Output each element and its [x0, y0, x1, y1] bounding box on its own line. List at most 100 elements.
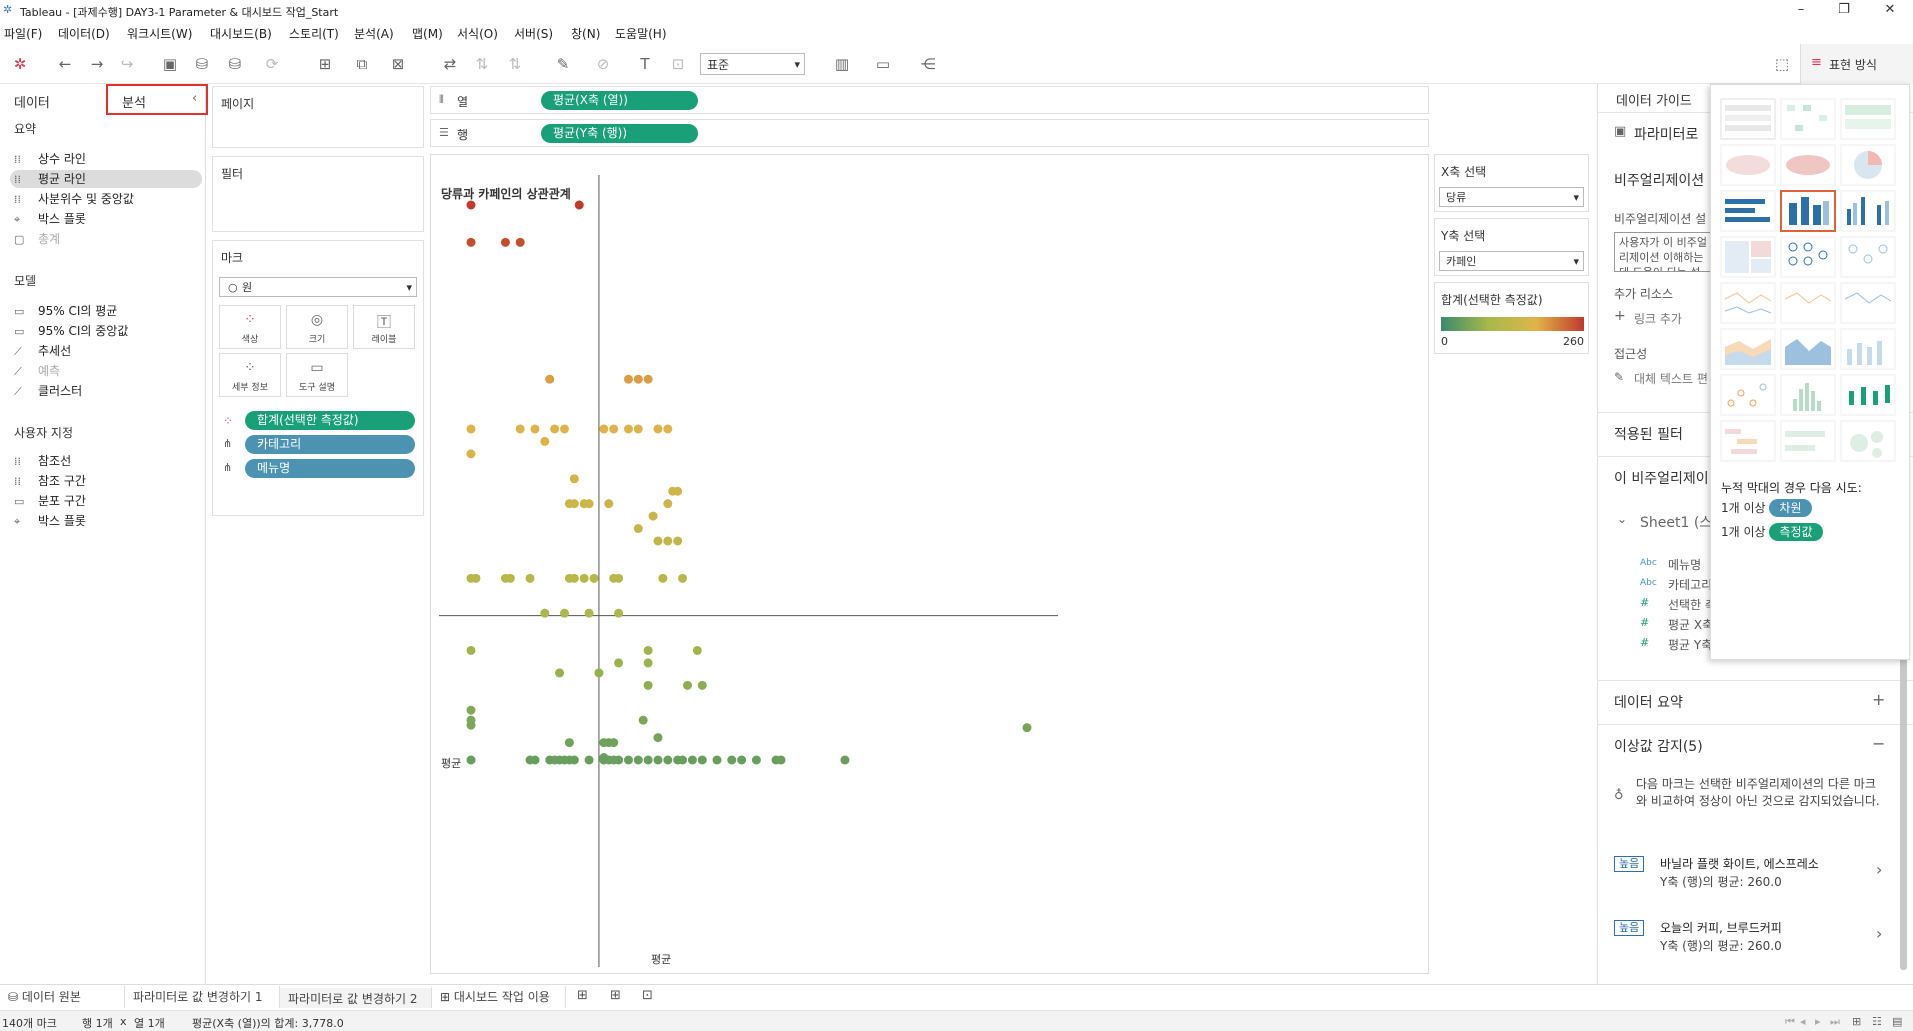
new-datasource-icon[interactable]: ⛁: [192, 54, 212, 74]
scatter-point[interactable]: [471, 573, 481, 583]
scatter-point[interactable]: [466, 755, 476, 765]
scatter-point[interactable]: [466, 645, 476, 655]
columns-shelf[interactable]: ⦀ 열 평균(X축 (열)): [430, 86, 1429, 114]
close-icon[interactable]: ✕: [1875, 2, 1905, 20]
item-constant-line[interactable]: ⁞⁞ 상수 라인: [14, 150, 86, 168]
scatter-point[interactable]: [633, 424, 643, 434]
refresh-icon[interactable]: ⟳: [262, 54, 282, 74]
scatter-point[interactable]: [737, 755, 747, 765]
viz-area[interactable]: 당류과 카페인의 상관관계 평균 평균: [430, 154, 1429, 974]
size-button[interactable]: ◎ 크기: [286, 305, 348, 349]
fit-select[interactable]: 표준: [700, 53, 805, 76]
item-box-plot[interactable]: ⌖ 박스 플롯: [14, 210, 86, 228]
menu-window[interactable]: 창(N): [571, 25, 600, 42]
scatter-point[interactable]: [653, 755, 663, 765]
outlier-item[interactable]: 높음 바닐라 플랫 화이트, 에스프레소 Y축 (행)의 평균: 260.0 ›: [1614, 854, 1892, 894]
scatter-point[interactable]: [584, 499, 594, 509]
clear-sheet-icon[interactable]: ⊠: [388, 54, 408, 74]
scatter-point[interactable]: [555, 668, 565, 678]
maximize-icon[interactable]: ❐: [1829, 2, 1859, 20]
menu-server[interactable]: 서버(S): [514, 25, 553, 42]
scatter-point[interactable]: [530, 755, 540, 765]
tab-data[interactable]: 데이터: [14, 92, 50, 111]
rows-pill[interactable]: 평균(Y축 (행)): [541, 124, 698, 143]
pages-card[interactable]: 페이지: [212, 86, 424, 148]
item-forecast[interactable]: ⟋ 예측: [14, 362, 60, 380]
scatter-point[interactable]: [638, 715, 648, 725]
group-icon[interactable]: ⊘: [593, 54, 613, 74]
scatter-point[interactable]: [466, 705, 476, 715]
minimize-icon[interactable]: –: [1786, 2, 1816, 20]
scatter-point[interactable]: [569, 755, 579, 765]
scatter-point[interactable]: [840, 755, 850, 765]
item-distribution-band[interactable]: ▭ 분포 구간: [14, 492, 86, 510]
scatter-point[interactable]: [614, 658, 624, 668]
fix-axes-icon[interactable]: ⊡: [668, 54, 688, 74]
scatter-point[interactable]: [559, 424, 569, 434]
nav-first-icon[interactable]: ⏮: [1785, 1015, 1795, 1029]
item-trend-line[interactable]: ⟋ 추세선: [14, 342, 71, 360]
menu-story[interactable]: 스토리(T): [289, 25, 339, 42]
menu-map[interactable]: 맵(M): [412, 25, 443, 42]
new-sheet-icon[interactable]: ⊞: [577, 988, 588, 1003]
scatter-point[interactable]: [663, 536, 673, 546]
guide-scrollbar[interactable]: [1900, 640, 1907, 970]
scatter-point[interactable]: [594, 668, 604, 678]
scatter-point[interactable]: [658, 573, 668, 583]
scatter-point[interactable]: [623, 424, 633, 434]
scatter-point[interactable]: [692, 645, 702, 655]
scatter-point[interactable]: [682, 680, 692, 690]
scatter-point[interactable]: [466, 200, 476, 210]
pause-updates-icon[interactable]: ⛁: [225, 54, 245, 74]
save-icon[interactable]: ▣: [160, 54, 180, 74]
tab-analysis[interactable]: 분석 ‹: [106, 84, 208, 115]
duplicate-sheet-icon[interactable]: ⧉: [352, 54, 372, 74]
expand-icon[interactable]: +: [1872, 690, 1885, 709]
scatter-point[interactable]: [525, 573, 535, 583]
item-reference-line[interactable]: ⁞⁞ 참조선: [14, 452, 71, 470]
tab-sheet-1[interactable]: 파라미터로 값 변경하기 1: [125, 986, 280, 1008]
scatter-point[interactable]: [569, 499, 579, 509]
nav-next-icon[interactable]: ▸: [1815, 1015, 1821, 1028]
show-me-button[interactable]: ≡ 표현 방식: [1800, 44, 1913, 84]
scatter-point[interactable]: [579, 573, 589, 583]
tooltip-button[interactable]: ▭ 도구 설명: [286, 353, 348, 397]
scatter-point[interactable]: [584, 755, 594, 765]
collapse-icon[interactable]: ‹: [192, 91, 197, 106]
add-link[interactable]: 링크 추가: [1634, 310, 1682, 327]
scatter-point[interactable]: [697, 755, 707, 765]
scatter-point[interactable]: [712, 755, 722, 765]
y-param-select[interactable]: 카페인: [1439, 251, 1584, 272]
scatter-point[interactable]: [609, 738, 619, 748]
item-quartile[interactable]: ⁞⁞ 사분위수 및 중앙값: [14, 190, 134, 208]
scatter-point[interactable]: [574, 200, 584, 210]
sort-asc-icon[interactable]: ⇅: [472, 54, 492, 74]
chevron-down-icon[interactable]: ⌄: [1617, 512, 1627, 526]
swap-icon[interactable]: ⇄: [440, 54, 460, 74]
item-ci-mean[interactable]: ▭ 95% CI의 평균: [14, 302, 117, 320]
alt-text-link[interactable]: 대체 텍스트 편: [1634, 370, 1708, 387]
scatter-point[interactable]: [648, 511, 658, 521]
scatter-point[interactable]: [623, 374, 633, 384]
scatter-point[interactable]: [564, 738, 574, 748]
scatter-point[interactable]: [643, 374, 653, 384]
chart-type-grid[interactable]: [1711, 85, 1909, 465]
scatter-point[interactable]: [569, 573, 579, 583]
detail-button[interactable]: ⁘ 세부 정보: [219, 353, 281, 397]
scatter-point[interactable]: [466, 424, 476, 434]
nav-prev-icon[interactable]: ◂: [1800, 1015, 1806, 1028]
label-button[interactable]: 🅃 레이블: [353, 305, 415, 349]
scatter-point[interactable]: [663, 499, 673, 509]
scatter-point[interactable]: [663, 755, 673, 765]
show-me-pin-icon[interactable]: ⬚: [1772, 54, 1792, 74]
scatter-point[interactable]: [515, 424, 525, 434]
scatter-point[interactable]: [515, 237, 525, 247]
nav-last-icon[interactable]: ⏭: [1830, 1015, 1840, 1029]
scatter-point[interactable]: [584, 608, 594, 618]
mark-pill-measure[interactable]: 합계(선택한 측정값): [245, 411, 415, 430]
redo-icon[interactable]: →: [87, 54, 107, 74]
scatter-point[interactable]: [614, 573, 624, 583]
new-dashboard-icon[interactable]: ⊞: [610, 988, 621, 1003]
scatter-point[interactable]: [678, 755, 688, 765]
scatter-point[interactable]: [678, 573, 688, 583]
